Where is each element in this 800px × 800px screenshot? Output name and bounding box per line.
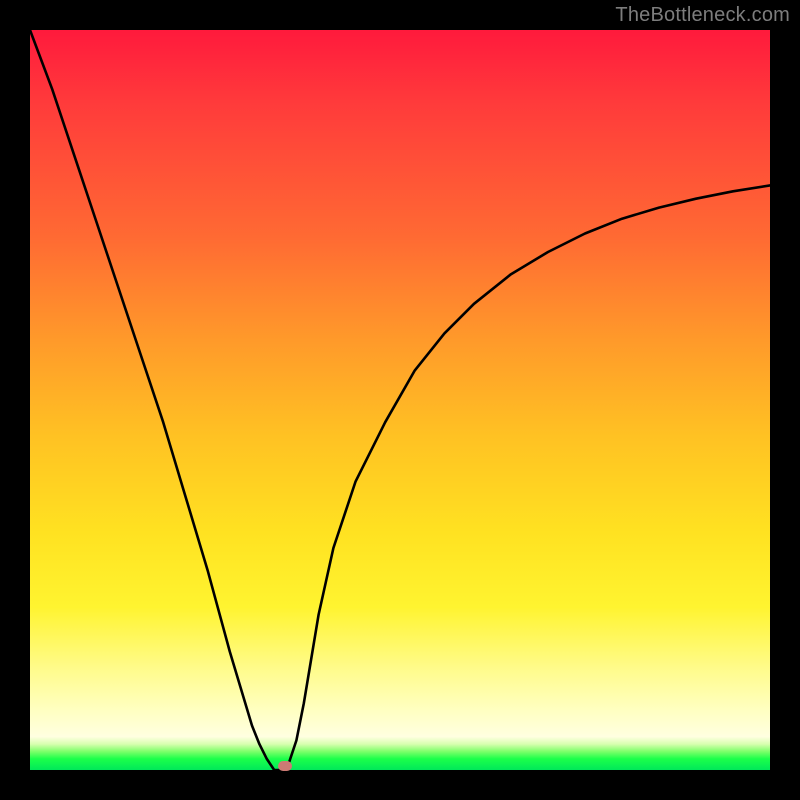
plot-area [30,30,770,770]
bottleneck-curve [30,30,770,770]
chart-frame: TheBottleneck.com [0,0,800,800]
optimum-marker [278,761,292,771]
watermark-text: TheBottleneck.com [615,4,790,27]
